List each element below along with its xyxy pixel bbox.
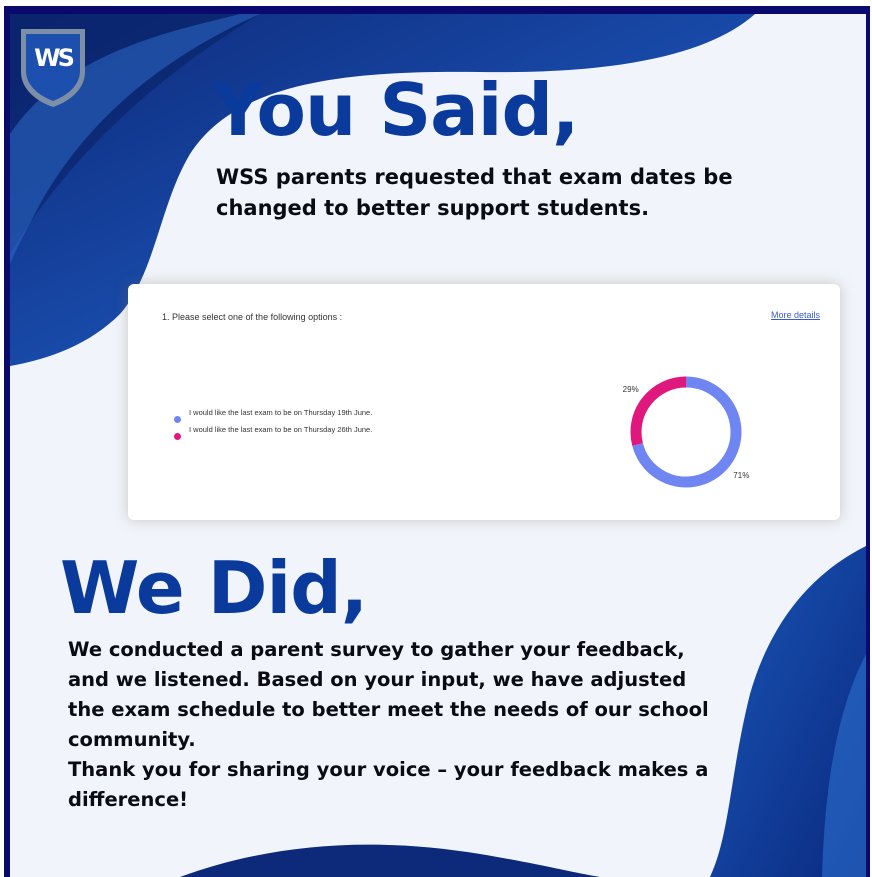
donut-value-label: 29% bbox=[623, 385, 639, 394]
more-details-link[interactable]: More details bbox=[771, 310, 820, 320]
chart-legend: I would like the last exam to be on Thur… bbox=[174, 408, 394, 442]
you-said-heading: You Said, bbox=[212, 68, 579, 152]
legend-swatch bbox=[174, 433, 181, 440]
legend-item: I would like the last exam to be on Thur… bbox=[174, 425, 394, 440]
poster: WS You Said, WSS parents requested that … bbox=[4, 6, 870, 877]
we-did-heading: We Did, bbox=[60, 546, 368, 630]
legend-swatch bbox=[174, 416, 181, 423]
survey-question: 1. Please select one of the following op… bbox=[162, 312, 343, 322]
donut-slice bbox=[630, 376, 687, 446]
we-did-paragraph: Thank you for sharing your voice – your … bbox=[68, 758, 709, 811]
survey-result-card: 1. Please select one of the following op… bbox=[128, 284, 840, 520]
logo-text: WS bbox=[34, 44, 75, 72]
we-did-text: We conducted a parent survey to gather y… bbox=[68, 635, 728, 815]
you-said-text: WSS parents requested that exam dates be… bbox=[216, 165, 733, 220]
legend-label: I would like the last exam to be on Thur… bbox=[189, 408, 373, 417]
we-did-paragraph: We conducted a parent survey to gather y… bbox=[68, 638, 709, 751]
donut-chart: 71% 29% bbox=[623, 376, 749, 488]
legend-item: I would like the last exam to be on Thur… bbox=[174, 408, 394, 423]
donut-value-label: 71% bbox=[733, 471, 749, 480]
legend-label: I would like the last exam to be on Thur… bbox=[189, 425, 373, 434]
